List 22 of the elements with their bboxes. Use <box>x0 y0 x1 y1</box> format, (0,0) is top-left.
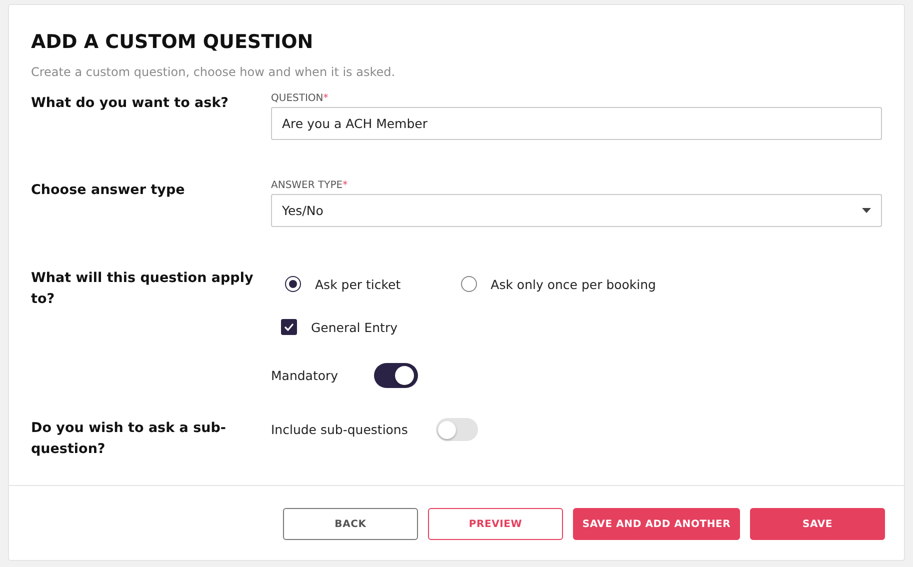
field-label: ANSWER TYPE* <box>271 180 349 191</box>
field-label: QUESTION* <box>271 93 330 104</box>
question-input[interactable]: Are you a ACH Member <box>271 107 882 140</box>
question-prompt: Do you wish to ask a sub-question? <box>31 419 227 459</box>
action-button[interactable]: SAVE AND ADD ANOTHER <box>573 508 740 540</box>
radio-option[interactable]: Ask per ticket <box>285 276 401 292</box>
caret-icon <box>862 208 871 213</box>
question-prompt: What do you want to ask? <box>31 94 230 113</box>
page-title: ADD A CUSTOM QUESTION <box>31 31 314 53</box>
question-prompt: What will this question apply to? <box>31 269 254 309</box>
answer-type-select[interactable]: Yes/No <box>271 194 882 227</box>
action-button[interactable]: BACK <box>283 508 418 540</box>
toggle-label: Mandatory <box>271 368 338 383</box>
action-button[interactable]: SAVE <box>750 508 885 540</box>
toggle-label: Include sub-questions <box>271 422 408 437</box>
action-button[interactable]: PREVIEW <box>428 508 563 540</box>
toggle-switch[interactable] <box>436 418 478 441</box>
toggle-switch[interactable] <box>374 363 418 388</box>
checkbox-option[interactable]: General Entry <box>271 292 882 335</box>
question-prompt: Choose answer type <box>31 181 186 200</box>
radio-option[interactable]: Ask only once per booking <box>460 276 656 292</box>
page-subtitle: Create a custom question, choose how and when it is asked. <box>31 65 396 79</box>
